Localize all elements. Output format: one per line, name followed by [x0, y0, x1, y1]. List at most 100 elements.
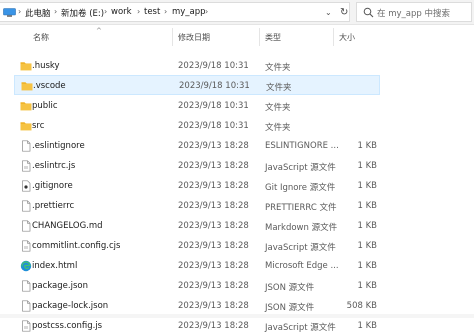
file-type: 文件夹 — [266, 83, 292, 93]
search-placeholder: 在 my_app 中搜索 — [377, 9, 450, 19]
file-name: postcss.config.js — [32, 321, 103, 331]
column-divider[interactable] — [333, 28, 334, 46]
file-name: package-lock.json — [32, 301, 109, 311]
chevron-down-icon[interactable]: ⌄ — [325, 8, 332, 17]
column-header-type[interactable]: 类型 — [265, 32, 281, 43]
column-header-name[interactable]: 名称 — [33, 32, 49, 43]
file-name: public — [32, 101, 58, 111]
file-row[interactable]: package-lock.json 2023/9/13 18:28 JSON 源文件… — [14, 296, 380, 316]
column-header-size[interactable]: 大小 — [339, 32, 355, 43]
file-modified-date: 2023/9/18 10:31 — [178, 61, 249, 71]
file-modified-date: 2023/9/13 18:28 — [178, 321, 249, 331]
column-header-date[interactable]: 修改日期 — [178, 32, 210, 43]
file-name: .eslintignore — [32, 141, 85, 151]
file-size: 1 KB — [357, 201, 377, 211]
file-type: 文件夹 — [265, 63, 291, 73]
breadcrumb-my-app[interactable]: my_app — [172, 7, 206, 17]
folder-icon — [20, 60, 32, 72]
file-modified-date: 2023/9/18 10:31 — [178, 121, 249, 131]
file-type: JavaScript 源文件 — [265, 243, 336, 253]
file-size: 508 KB — [346, 301, 377, 311]
file-row[interactable]: index.html 2023/9/13 18:28 Microsoft Edge … — [14, 256, 380, 276]
search-icon — [363, 7, 374, 18]
file-modified-date: 2023/9/13 18:28 — [178, 161, 249, 171]
file-modified-date: 2023/9/18 10:31 — [179, 81, 250, 91]
file-modified-date: 2023/9/18 10:31 — [178, 101, 249, 111]
chevron-right-icon: › — [164, 7, 168, 16]
file-row[interactable]: commitlint.config.cjs 2023/9/13 18:28 Java… — [14, 236, 380, 256]
file-type: JSON 源文件 — [265, 283, 315, 293]
breadcrumb-work[interactable]: work — [111, 7, 132, 17]
file-type: 文件夹 — [265, 103, 291, 113]
breadcrumb-this-pc[interactable]: 此电脑 — [25, 7, 51, 19]
file-type: PRETTIERRC 文件 — [265, 203, 337, 213]
file-name: .eslintrc.js — [32, 161, 76, 171]
file-modified-date: 2023/9/13 18:28 — [178, 241, 249, 251]
edge-icon — [20, 260, 32, 272]
file-row[interactable]: public 2023/9/18 10:31 文件夹 — [14, 96, 380, 116]
file-size: 1 KB — [357, 281, 377, 291]
file-row[interactable]: .husky 2023/9/18 10:31 文件夹 — [14, 56, 380, 76]
file-row[interactable]: package.json 2023/9/13 18:28 JSON 源文件 1 KB — [14, 276, 380, 296]
file-type: 文件夹 — [265, 123, 291, 133]
breadcrumb-test[interactable]: test — [144, 7, 160, 17]
file-row[interactable]: .prettierrc 2023/9/13 18:28 PRETTIERRC 文件 1… — [14, 196, 380, 216]
file-type: Markdown 源文件 — [265, 223, 338, 233]
column-divider[interactable] — [259, 28, 260, 46]
file-modified-date: 2023/9/13 18:28 — [178, 141, 249, 151]
file-name: .prettierrc — [32, 201, 75, 211]
folder-icon — [20, 120, 32, 132]
file-row[interactable]: src 2023/9/18 10:31 文件夹 — [14, 116, 380, 136]
address-bar[interactable]: › 此电脑 › 新加卷 (E:) › work › test › my_app … — [0, 2, 350, 22]
computer-icon — [3, 8, 16, 17]
file-type: Microsoft Edge ... — [265, 261, 339, 271]
file-name: index.html — [32, 261, 78, 271]
chevron-right-icon: › — [54, 7, 58, 16]
file-modified-date: 2023/9/13 18:28 — [178, 301, 249, 311]
chevron-right-icon: › — [104, 7, 108, 16]
file-modified-date: 2023/9/13 18:28 — [178, 221, 249, 231]
file-type: JavaScript 源文件 — [265, 163, 336, 173]
file-row[interactable]: .eslintrc.js 2023/9/13 18:28 JavaScript 源文… — [14, 156, 380, 176]
file-modified-date: 2023/9/13 18:28 — [178, 281, 249, 291]
file-name: package.json — [32, 281, 88, 291]
file-icon — [20, 200, 32, 212]
sort-up-icon: ^ — [96, 27, 102, 35]
file-name: .gitignore — [32, 181, 73, 191]
file-type: JavaScript 源文件 — [265, 323, 336, 333]
horizontal-scrollbar[interactable] — [0, 314, 474, 318]
file-name: CHANGELOG.md — [32, 221, 103, 231]
folder-icon — [20, 100, 32, 112]
refresh-icon[interactable]: ↻ — [340, 7, 348, 18]
file-icon — [20, 280, 32, 292]
file-row[interactable]: .vscode 2023/9/18 10:31 文件夹 — [14, 75, 380, 95]
file-modified-date: 2023/9/13 18:28 — [178, 181, 249, 191]
search-input[interactable]: 在 my_app 中搜索 — [356, 2, 472, 22]
folder-icon — [21, 80, 33, 92]
file-row[interactable]: .gitignore 2023/9/13 18:28 Git Ignore 源文件 1… — [14, 176, 380, 196]
file-size: 1 KB — [357, 321, 377, 331]
breadcrumb-drive-e[interactable]: 新加卷 (E:) — [61, 7, 104, 19]
file-icon — [20, 140, 32, 152]
file-size: 1 KB — [357, 141, 377, 151]
file-type: Git Ignore 源文件 — [265, 183, 336, 193]
file-row[interactable]: .eslintignore 2023/9/13 18:28 ESLINTIGNORE… — [14, 136, 380, 156]
file-size: 1 KB — [357, 261, 377, 271]
file-name: .husky — [32, 61, 60, 71]
file-row[interactable]: CHANGELOG.md 2023/9/13 18:28 Markdown 源文件 1… — [14, 216, 380, 236]
file-name: commitlint.config.cjs — [32, 241, 121, 251]
file-name: .vscode — [33, 81, 66, 91]
file-modified-date: 2023/9/13 18:28 — [178, 261, 249, 271]
file-row[interactable]: postcss.config.js 2023/9/13 18:28 JavaScri… — [14, 316, 380, 336]
file-type: JSON 源文件 — [265, 303, 315, 313]
file-name: src — [32, 121, 45, 131]
chevron-right-icon: › — [137, 7, 141, 16]
file-modified-date: 2023/9/13 18:28 — [178, 201, 249, 211]
file-type: ESLINTIGNORE ... — [265, 141, 339, 151]
js-file-icon — [20, 320, 32, 332]
js-file-icon — [20, 160, 32, 172]
column-divider[interactable] — [172, 28, 173, 46]
file-icon — [20, 220, 32, 232]
file-size: 1 KB — [357, 161, 377, 171]
file-icon — [20, 300, 32, 312]
